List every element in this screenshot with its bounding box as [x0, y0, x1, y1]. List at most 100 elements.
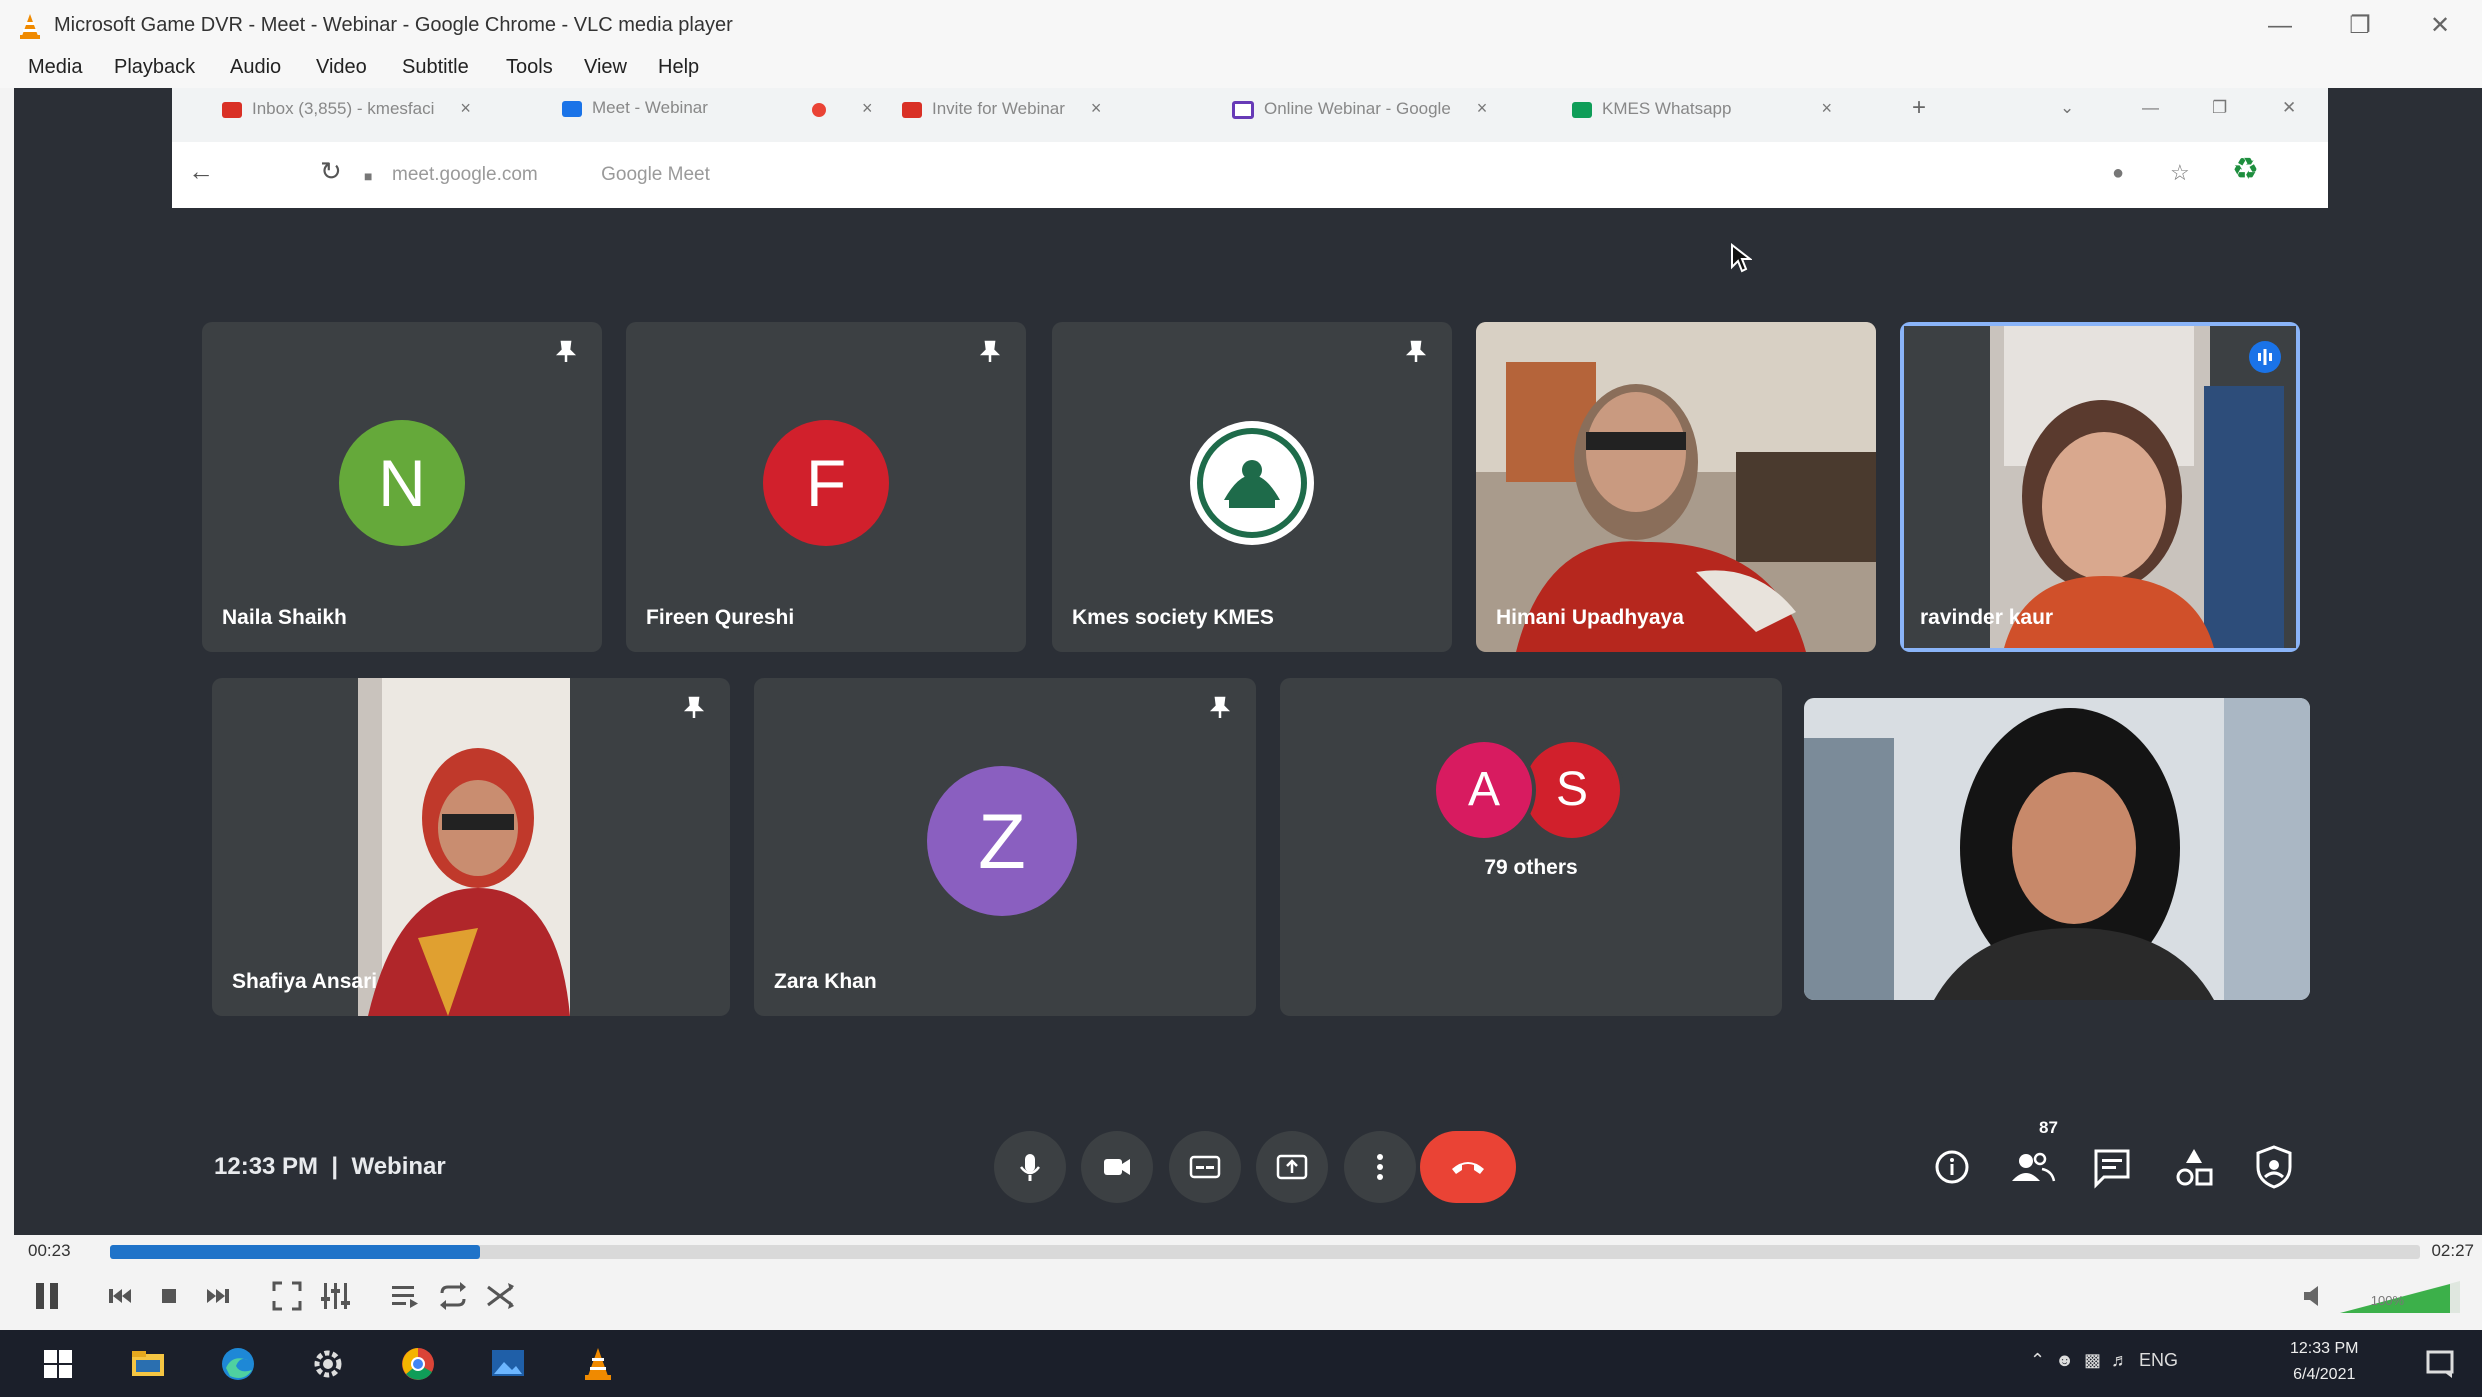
- video-frame[interactable]: Inbox (3,855) - kmesfaci × Meet - Webinar…: [14, 88, 2482, 1235]
- tab-close-icon[interactable]: ×: [1821, 98, 1832, 118]
- vlc-menubar: Media Playback Audio Video Subtitle Tool…: [0, 52, 2482, 88]
- camera-in-use-icon[interactable]: ●: [2112, 162, 2124, 185]
- camera-button[interactable]: [1081, 1131, 1153, 1203]
- gmail-icon: [902, 101, 922, 118]
- participant-tile[interactable]: Himani Upadhyaya: [1476, 322, 1876, 652]
- bookmark-star-icon[interactable]: ☆: [2170, 160, 2190, 186]
- chrome-icon[interactable]: [398, 1344, 438, 1384]
- menu-view[interactable]: View: [584, 56, 627, 79]
- file-explorer-icon[interactable]: [128, 1344, 168, 1384]
- chrome-tab-strip: Inbox (3,855) - kmesfaci × Meet - Webinar…: [172, 88, 2328, 142]
- people-count-badge: 87: [2039, 1118, 2058, 1137]
- photos-icon[interactable]: [488, 1344, 528, 1384]
- chrome-close-button[interactable]: ✕: [2282, 98, 2296, 134]
- menu-tools[interactable]: Tools: [506, 56, 553, 79]
- stop-icon[interactable]: [150, 1277, 188, 1315]
- others-tile[interactable]: A S 79 others: [1280, 678, 1782, 1016]
- tab-search-icon[interactable]: ⌄: [2060, 98, 2074, 134]
- start-icon[interactable]: [38, 1344, 78, 1384]
- avatar: N: [339, 420, 465, 546]
- menu-audio[interactable]: Audio: [230, 56, 281, 79]
- address-bar[interactable]: meet.google.com Google Meet: [392, 164, 710, 186]
- shuffle-icon[interactable]: [482, 1277, 520, 1315]
- captions-button[interactable]: [1169, 1131, 1241, 1203]
- tab-invite[interactable]: Invite for Webinar ×: [902, 98, 1101, 134]
- chrome-window: Inbox (3,855) - kmesfaci × Meet - Webinar…: [172, 88, 2328, 208]
- menu-help[interactable]: Help: [658, 56, 699, 79]
- windows-taskbar: ⌃ ☻ ▩ ♬ ENG 12:33 PM 6/4/2021: [0, 1330, 2482, 1397]
- playlist-icon[interactable]: [386, 1277, 424, 1315]
- pin-icon[interactable]: [1402, 338, 1430, 366]
- more-options-button[interactable]: [1344, 1131, 1416, 1203]
- pause-icon[interactable]: [28, 1277, 66, 1315]
- edge-icon[interactable]: [218, 1344, 258, 1384]
- mic-button[interactable]: [994, 1131, 1066, 1203]
- close-button[interactable]: ✕: [2410, 8, 2470, 44]
- participant-name: Zara Khan: [774, 970, 877, 993]
- participant-tile[interactable]: N Naila Shaikh: [202, 322, 602, 652]
- pin-icon[interactable]: [680, 694, 708, 722]
- captions-icon: [1189, 1155, 1221, 1179]
- back-icon[interactable]: ←: [188, 156, 214, 187]
- fullscreen-icon[interactable]: [268, 1277, 306, 1315]
- system-tray[interactable]: ⌃ ☻ ▩ ♬ ENG: [2030, 1350, 2178, 1371]
- restore-button[interactable]: ❐: [2330, 8, 2390, 44]
- tab-recording[interactable]: ×: [812, 98, 873, 134]
- participant-name: Shafiya Ansari: [232, 970, 378, 993]
- chrome-restore-button[interactable]: ❐: [2212, 98, 2227, 134]
- time-total: 02:27: [2431, 1241, 2474, 1260]
- participant-tile[interactable]: F Fireen Qureshi: [626, 322, 1026, 652]
- settings-gear-icon[interactable]: [308, 1344, 348, 1384]
- kmes-logo: [1190, 421, 1314, 545]
- reload-icon[interactable]: ↻: [320, 156, 342, 187]
- record-icon: [812, 102, 826, 117]
- pin-icon[interactable]: [976, 338, 1004, 366]
- meet-icon: [562, 100, 582, 117]
- tab-close-icon[interactable]: ×: [460, 98, 471, 118]
- seek-bar[interactable]: [110, 1245, 2420, 1259]
- info-icon[interactable]: [1924, 1139, 1980, 1195]
- participant-video: [1904, 326, 2296, 648]
- self-view-tile[interactable]: [1804, 698, 2310, 1000]
- vlc-titlebar: Microsoft Game DVR - Meet - Webinar - Go…: [0, 0, 2482, 52]
- participant-tile[interactable]: Shafiya Ansari: [212, 678, 730, 1016]
- leave-call-button[interactable]: [1420, 1131, 1516, 1203]
- notifications-icon[interactable]: [2420, 1344, 2460, 1384]
- taskbar-clock[interactable]: 12:33 PM 6/4/2021: [2290, 1336, 2358, 1388]
- tab-close-icon[interactable]: ×: [862, 98, 873, 118]
- chrome-minimize-button[interactable]: —: [2142, 98, 2159, 134]
- extended-settings-icon[interactable]: [316, 1277, 354, 1315]
- present-button[interactable]: [1256, 1131, 1328, 1203]
- activities-icon[interactable]: [2166, 1139, 2222, 1195]
- loop-icon[interactable]: [434, 1277, 472, 1315]
- tab-whatsapp[interactable]: KMES Whatsapp ×: [1572, 98, 1832, 134]
- people-icon[interactable]: [2004, 1139, 2060, 1195]
- mouse-cursor-icon: [1731, 243, 1752, 273]
- tab-close-icon[interactable]: ×: [1477, 98, 1488, 118]
- volume-icon[interactable]: [2300, 1277, 2330, 1315]
- url-text: meet.google.com: [392, 164, 538, 185]
- tab-inbox[interactable]: Inbox (3,855) - kmesfaci ×: [222, 98, 471, 134]
- tab-meet[interactable]: Meet - Webinar: [562, 98, 708, 134]
- menu-subtitle[interactable]: Subtitle: [402, 56, 469, 79]
- new-tab-button[interactable]: +: [1912, 94, 1926, 130]
- tab-close-icon[interactable]: ×: [1091, 98, 1102, 118]
- participant-tile[interactable]: Kmes society KMES: [1052, 322, 1452, 652]
- menu-media[interactable]: Media: [28, 56, 82, 79]
- menu-video[interactable]: Video: [316, 56, 367, 79]
- next-icon[interactable]: [198, 1277, 236, 1315]
- participant-tile[interactable]: Z Zara Khan: [754, 678, 1256, 1016]
- pin-icon[interactable]: [1206, 694, 1234, 722]
- participant-name: Himani Upadhyaya: [1496, 606, 1684, 629]
- extension-icon[interactable]: ♻: [2232, 152, 2259, 187]
- participant-video: [1476, 322, 1876, 652]
- host-controls-icon[interactable]: [2246, 1139, 2302, 1195]
- pin-icon[interactable]: [552, 338, 580, 366]
- participant-tile-active-speaker[interactable]: ravinder kaur: [1900, 322, 2300, 652]
- chat-icon[interactable]: [2084, 1139, 2140, 1195]
- tab-forms[interactable]: Online Webinar - Google ×: [1232, 98, 1487, 134]
- previous-icon[interactable]: [102, 1277, 140, 1315]
- menu-playback[interactable]: Playback: [114, 56, 195, 79]
- minimize-button[interactable]: —: [2250, 8, 2310, 44]
- vlc-taskbar-icon[interactable]: [578, 1344, 618, 1384]
